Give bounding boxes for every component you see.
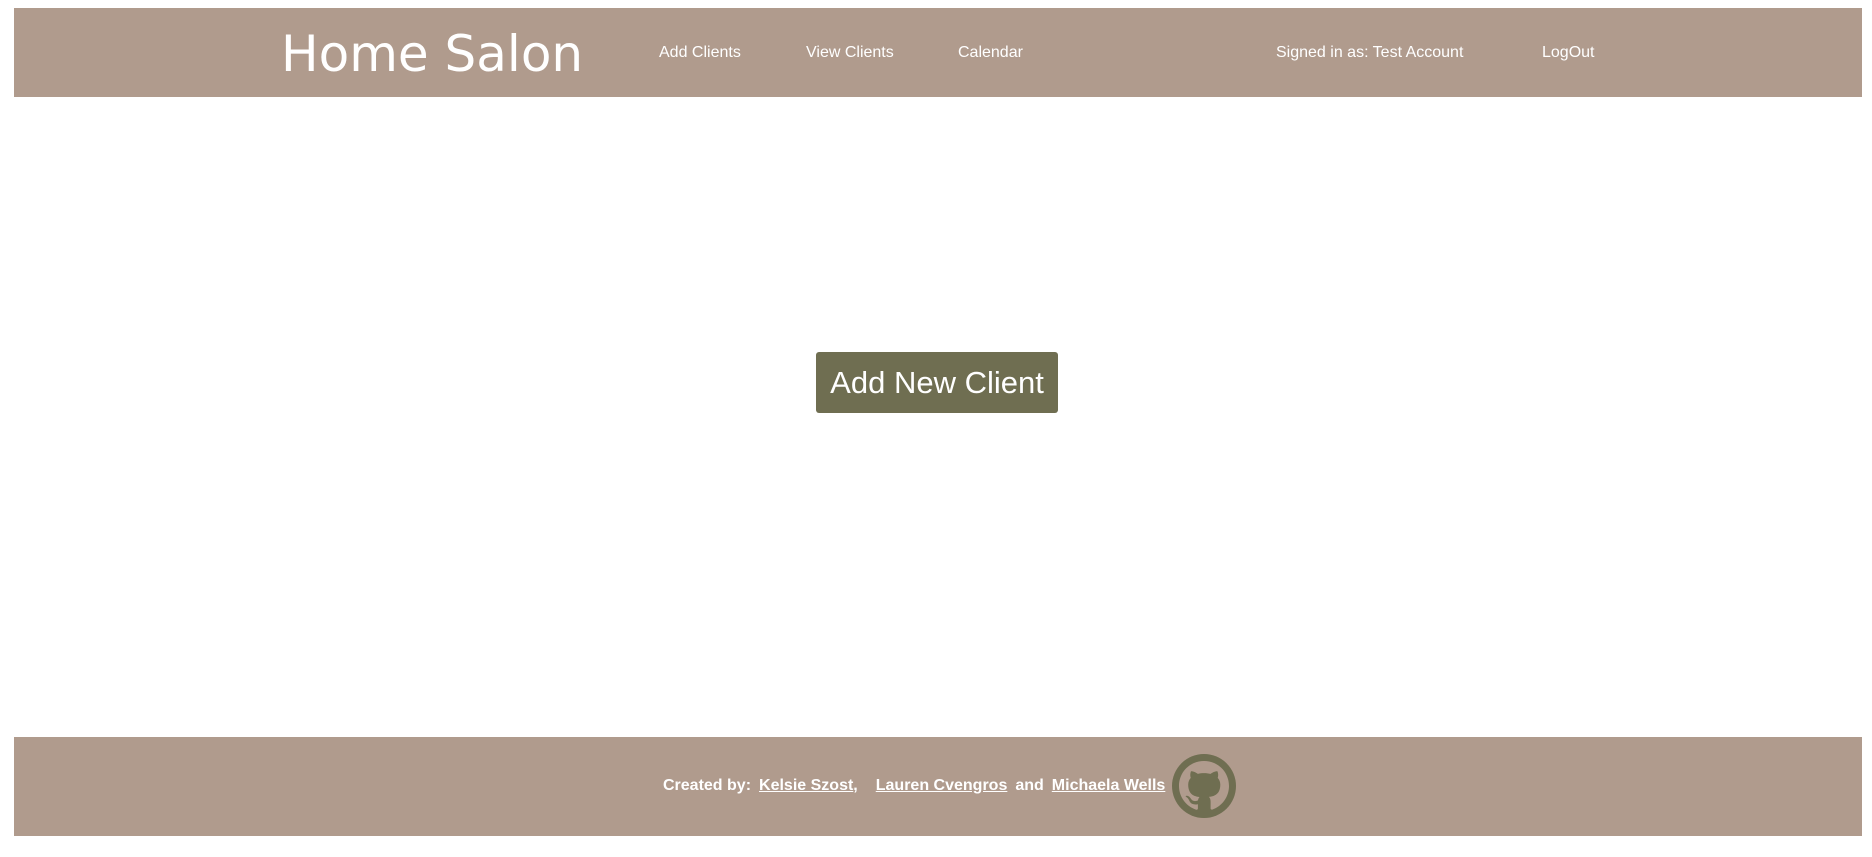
- credits: Created by: Kelsie Szost, Lauren Cvengros a…: [663, 776, 1165, 796]
- author-link-lauren[interactable]: Lauren Cvengros: [876, 777, 1008, 794]
- footer-bar: Created by: Kelsie Szost, Lauren Cvengros a…: [14, 737, 1862, 836]
- nav-add-clients[interactable]: Add Clients: [659, 43, 741, 63]
- author-link-kelsie[interactable]: Kelsie Szost: [759, 777, 853, 794]
- page: Home Salon Add Clients View Clients Cale…: [0, 0, 1872, 857]
- and-label: and: [1015, 777, 1044, 794]
- author-separator: ,: [853, 777, 858, 794]
- author-link-michaela[interactable]: Michaela Wells: [1052, 777, 1166, 794]
- logout-link[interactable]: LogOut: [1542, 43, 1594, 63]
- nav-view-clients[interactable]: View Clients: [806, 43, 894, 63]
- github-icon-graphic: [1172, 754, 1236, 818]
- signed-in-status: Signed in as: Test Account: [1276, 44, 1464, 61]
- nav-calendar[interactable]: Calendar: [958, 43, 1023, 63]
- top-nav-bar: Home Salon Add Clients View Clients Cale…: [14, 8, 1862, 97]
- created-by-label: Created by:: [663, 777, 752, 794]
- github-icon[interactable]: [1172, 754, 1236, 818]
- brand-title[interactable]: Home Salon: [281, 26, 583, 82]
- add-new-client-button[interactable]: Add New Client: [816, 352, 1058, 413]
- main-content: Add New Client: [14, 97, 1862, 737]
